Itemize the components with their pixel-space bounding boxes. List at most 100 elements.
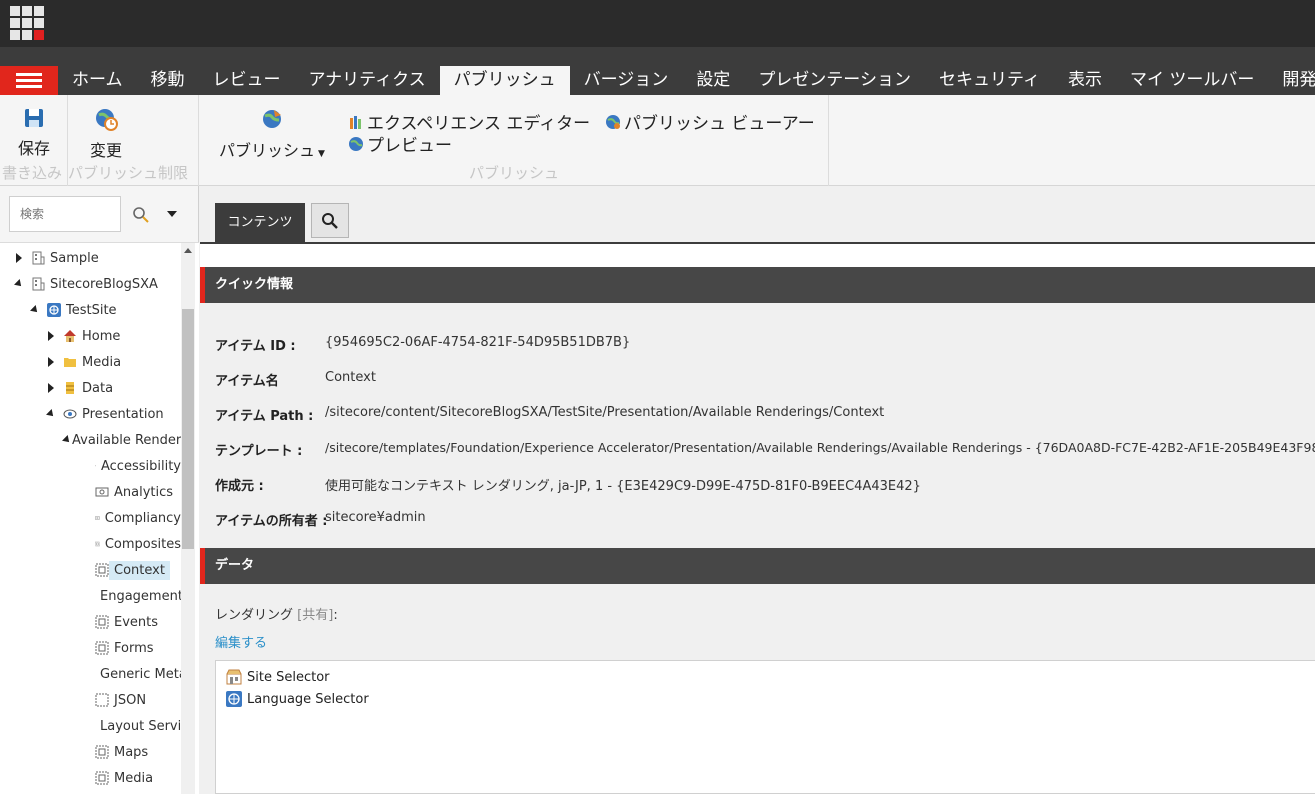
site-selector-icon (226, 669, 242, 685)
rendering-item-language-selector[interactable]: Language Selector (226, 689, 369, 709)
quick-info-value: /sitecore/templates/Foundation/Experienc… (325, 440, 1315, 455)
quick-info-key: アイテム ID : (215, 339, 296, 354)
tab-developer[interactable]: 開発 (1268, 66, 1315, 95)
group-write: 保存 書き込み (0, 95, 68, 186)
edit-renderings-link[interactable]: 編集する (215, 632, 267, 651)
tree-item-analytics[interactable]: Analytics (95, 481, 181, 503)
tree-item-presentation[interactable]: Presentation (45, 403, 164, 425)
tree-item-events[interactable]: Events (95, 611, 181, 633)
publish-label: パブリッシュ (219, 141, 316, 160)
content-search-button[interactable] (311, 203, 349, 238)
tab-view[interactable]: 表示 (1054, 66, 1116, 95)
publish-viewer-button[interactable]: パブリッシュ ビューアー (605, 109, 815, 134)
tab-my-toolbar[interactable]: マイ ツールバー (1116, 66, 1268, 95)
tree-item-engagement[interactable]: Engagement (95, 585, 181, 607)
tab-navigate[interactable]: 移動 (137, 66, 199, 95)
search-icon[interactable] (132, 206, 150, 224)
quick-info-row: テンプレート : /sitecore/templates/Foundation/… (215, 440, 1315, 460)
renderings-label: レンダリング (215, 608, 294, 623)
language-globe-icon (226, 691, 242, 707)
scroll-up-icon[interactable] (184, 248, 192, 253)
rendering-icon (95, 516, 100, 520)
preview-button[interactable]: プレビュー (348, 131, 452, 156)
tree-item-label: Forms (114, 640, 154, 656)
chevron-down-icon: ▼ (318, 149, 325, 159)
database-icon (66, 382, 74, 394)
tree-item-label: Engagement (100, 588, 181, 604)
tree-item-json[interactable]: JSON (95, 689, 181, 711)
dashed-rendering-icon (95, 563, 109, 577)
tree-item-composites[interactable]: Composites (95, 533, 181, 555)
tree-item-label: Sample (50, 250, 99, 266)
tab-presentation[interactable]: プレゼンテーション (744, 66, 925, 95)
tab-versions[interactable]: バージョン (570, 66, 683, 95)
tree-item-generic-meta[interactable]: Generic Meta (95, 663, 181, 685)
search-icon (322, 213, 338, 229)
menu-icon[interactable] (0, 66, 58, 95)
tree-item-context[interactable]: Context (95, 559, 181, 581)
renderings-field-label: レンダリング [共有]: (215, 604, 338, 623)
collapse-icon[interactable] (13, 278, 25, 290)
expand-icon[interactable] (45, 330, 57, 342)
tree-item-label: Compliancy (104, 510, 181, 526)
tree-item-label: Accessibility (101, 458, 181, 474)
quick-info-header[interactable]: クイック情報 (200, 267, 1315, 303)
building-icon (32, 251, 45, 265)
tree-item-label: Composites (104, 536, 181, 552)
tree-item-media[interactable]: Media (45, 351, 121, 373)
tree-scrollbar-thumb[interactable] (182, 309, 194, 549)
group-write-label: 書き込み (2, 164, 63, 182)
home-icon (64, 330, 76, 342)
tree-item-available-renderings[interactable]: Available Renderings (61, 429, 181, 451)
rendering-label: Language Selector (247, 691, 369, 707)
tab-content[interactable]: コンテンツ (215, 203, 305, 242)
tree-item-maps[interactable]: Maps (95, 741, 181, 763)
publish-viewer-icon (606, 114, 620, 129)
dashed-rendering-icon (95, 771, 109, 785)
tree-item-home[interactable]: Home (45, 325, 120, 347)
tree-item-sample[interactable]: Sample (13, 247, 99, 269)
expand-icon[interactable] (13, 252, 25, 264)
tree-item-compliancy[interactable]: Compliancy (95, 507, 181, 529)
ribbon-tab-bar: ホーム 移動 レビュー アナリティクス パブリッシュ バージョン 設定 プレゼン… (0, 47, 1315, 95)
eye-icon (63, 409, 77, 419)
tree-item-label: Presentation (82, 406, 164, 422)
tab-analytics[interactable]: アナリティクス (295, 66, 440, 95)
tree-item-media-rendering[interactable]: Media (95, 767, 181, 789)
save-button[interactable]: 保存 (14, 107, 54, 159)
collapse-icon[interactable] (45, 408, 57, 420)
change-button[interactable]: 変更 (86, 107, 126, 161)
rendering-icon (95, 487, 109, 497)
tab-home[interactable]: ホーム (58, 66, 137, 95)
tree-item-accessibility[interactable]: Accessibility (95, 455, 181, 477)
tree-item-sitecoreblogsxa[interactable]: SitecoreBlogSXA (13, 273, 158, 295)
search-input[interactable] (9, 196, 121, 232)
globe-icon (47, 303, 61, 317)
tab-configure[interactable]: 設定 (682, 66, 744, 95)
expand-icon[interactable] (45, 382, 57, 394)
tab-review[interactable]: レビュー (199, 66, 295, 95)
publish-button[interactable]: パブリッシュ ▼ (217, 107, 327, 161)
tree-item-label: Data (82, 380, 114, 396)
group-publish-label: パブリッシュ (468, 164, 559, 182)
search-options-dropdown-icon[interactable] (166, 208, 178, 220)
quick-info-row: アイテム Path : /sitecore/content/SitecoreBl… (215, 405, 884, 425)
tab-publish[interactable]: パブリッシュ (439, 66, 570, 95)
data-section-header[interactable]: データ (200, 548, 1315, 584)
expand-icon[interactable] (45, 356, 57, 368)
tab-security[interactable]: セキュリティ (925, 66, 1054, 95)
launchpad-icon[interactable] (10, 6, 44, 40)
collapse-icon[interactable] (29, 304, 41, 316)
tree-item-layout-services[interactable]: Layout Services (95, 715, 181, 737)
tree-item-testsite[interactable]: TestSite (29, 299, 117, 321)
group-publish-restrictions-label: パブリッシュ制限 (68, 164, 189, 182)
tree-item-label: Media (82, 354, 122, 370)
tree-item-label: SitecoreBlogSXA (50, 276, 158, 292)
tree-item-label: Maps (114, 744, 149, 760)
building-icon (32, 277, 45, 291)
rendering-item-site-selector[interactable]: Site Selector (226, 667, 330, 687)
tree-item-data[interactable]: Data (45, 377, 113, 399)
ribbon-tabs: ホーム 移動 レビュー アナリティクス パブリッシュ バージョン 設定 プレゼン… (58, 66, 1315, 95)
tree-item-label: Events (114, 614, 159, 630)
tree-item-forms[interactable]: Forms (95, 637, 181, 659)
